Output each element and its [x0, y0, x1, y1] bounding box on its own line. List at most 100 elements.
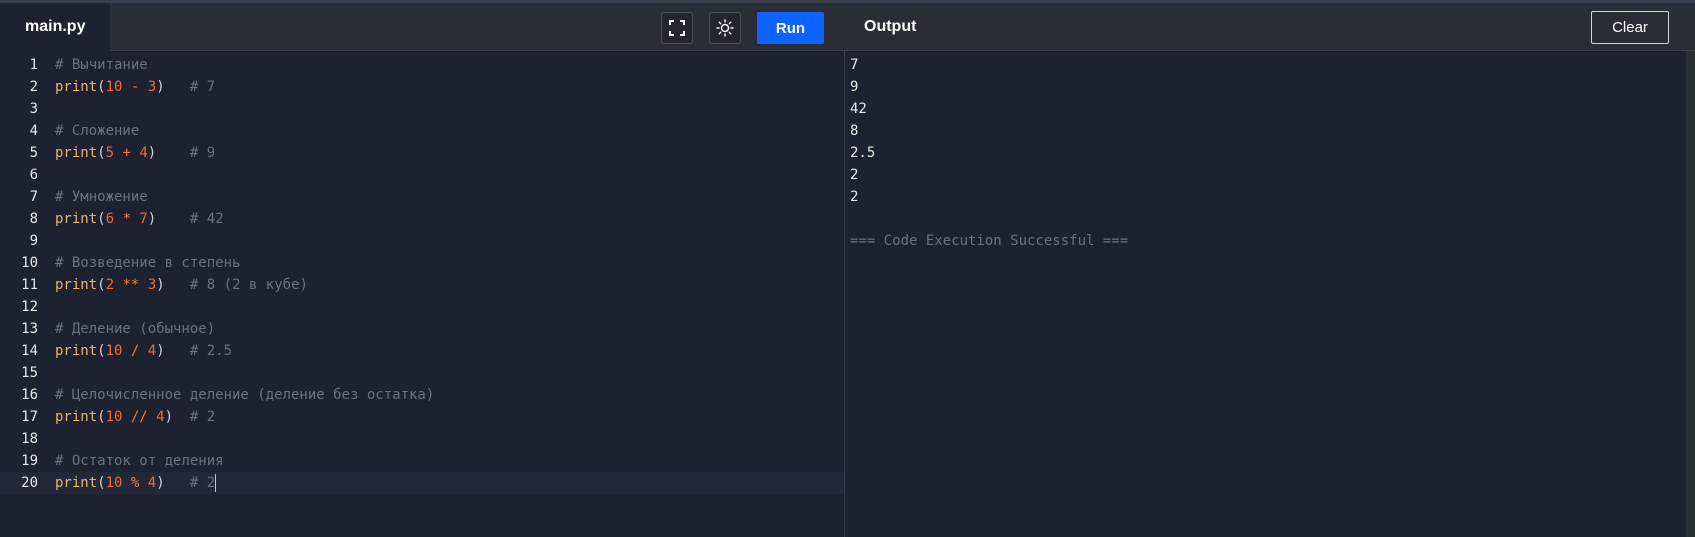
- code-token: 4: [139, 145, 148, 161]
- line-number: 2: [29, 79, 38, 95]
- theme-toggle-button[interactable]: [709, 12, 741, 44]
- line-number: 20: [21, 475, 38, 491]
- code-token: print: [55, 211, 98, 227]
- fullscreen-button[interactable]: [661, 12, 693, 44]
- code-token: # 7: [189, 79, 216, 95]
- code-token: 6: [105, 211, 115, 227]
- clear-button[interactable]: Clear: [1591, 11, 1669, 44]
- code-line[interactable]: 1 # Вычитание: [0, 54, 844, 76]
- code-token: ): [156, 343, 165, 359]
- code-token: 4: [147, 475, 157, 491]
- code-line[interactable]: 7 # Умножение: [0, 186, 844, 208]
- code-token: # Остаток от деления: [55, 453, 224, 469]
- code-token: (: [97, 145, 106, 161]
- code-token: *: [114, 211, 140, 227]
- line-number: 12: [21, 299, 38, 315]
- code-token: # 2: [189, 475, 216, 491]
- line-code: print(6 * 7) # 42: [55, 208, 224, 230]
- output-line: 2: [850, 167, 859, 183]
- code-token: ): [156, 277, 165, 293]
- code-line[interactable]: 11 print(2 ** 3) # 8 (2 в кубе): [0, 274, 844, 296]
- code-token: print: [55, 277, 98, 293]
- code-token: print: [55, 145, 98, 161]
- output-panel: 7 9 42 8 2.5 2 2 === Code Execution Successful …: [850, 54, 1680, 252]
- code-line[interactable]: 4 # Сложение: [0, 120, 844, 142]
- code-line[interactable]: 8 print(6 * 7) # 42: [0, 208, 844, 230]
- panel-divider[interactable]: [844, 51, 845, 537]
- clear-button-label: Clear: [1612, 19, 1648, 36]
- output-line: 9: [850, 79, 859, 95]
- line-number: 17: [21, 409, 38, 425]
- line-code: print(5 + 4) # 9: [55, 142, 215, 164]
- code-line[interactable]: 14 print(10 / 4) # 2.5: [0, 340, 844, 362]
- code-token: (: [97, 475, 106, 491]
- line-code: # Остаток от деления: [55, 450, 224, 472]
- line-code: print(2 ** 3) # 8 (2 в кубе): [55, 274, 308, 296]
- line-number: 13: [21, 321, 38, 337]
- code-line[interactable]: 2 print(10 - 3) # 7: [0, 76, 844, 98]
- line-number: 16: [21, 387, 38, 403]
- code-line[interactable]: 5 print(5 + 4) # 9: [0, 142, 844, 164]
- code-line[interactable]: 13 # Деление (обычное): [0, 318, 844, 340]
- fullscreen-icon: [669, 20, 685, 36]
- code-token: # Возведение в степень: [55, 255, 241, 271]
- code-line[interactable]: 10 # Возведение в степень: [0, 252, 844, 274]
- code-token: /: [122, 343, 148, 359]
- code-token: # 2.5: [189, 343, 233, 359]
- code-line[interactable]: 3: [0, 98, 844, 120]
- code-token: ): [147, 145, 157, 161]
- code-token: 4: [147, 343, 157, 359]
- file-tab-main-py[interactable]: main.py: [0, 3, 110, 51]
- code-token: # Целочисленное деление (деление без ост…: [55, 387, 435, 403]
- code-token: # Сложение: [55, 123, 140, 139]
- toolbar: main.py Run Output Clear: [0, 3, 1695, 51]
- code-token: (: [97, 409, 106, 425]
- execution-status: === Code Execution Successful ===: [850, 233, 1129, 249]
- line-number: 9: [29, 233, 38, 249]
- code-line[interactable]: 16 # Целочисленное деление (деление без о…: [0, 384, 844, 406]
- code-line[interactable]: 18: [0, 428, 844, 450]
- line-number: 3: [29, 101, 38, 117]
- code-line[interactable]: 19 # Остаток от деления: [0, 450, 844, 472]
- code-runner-window: main.py Run Output Clear 1 # Вычитание 2…: [0, 0, 1695, 537]
- code-token: 10: [105, 343, 123, 359]
- code-token: //: [122, 409, 157, 425]
- output-line: 2: [850, 189, 859, 205]
- code-token: # Деление (обычное): [55, 321, 216, 337]
- output-line: 2.5: [850, 145, 876, 161]
- code-token: (: [97, 211, 106, 227]
- code-line[interactable]: 9: [0, 230, 844, 252]
- output-scrollbar[interactable]: [1686, 51, 1695, 537]
- code-line[interactable]: 15: [0, 362, 844, 384]
- code-token: -: [122, 79, 148, 95]
- code-token: %: [122, 475, 148, 491]
- code-token: print: [55, 409, 98, 425]
- line-code: # Целочисленное деление (деление без ост…: [55, 384, 434, 406]
- code-token: 2: [105, 277, 115, 293]
- text-cursor: [215, 474, 217, 492]
- code-editor[interactable]: 1 # Вычитание 2 print(10 - 3) # 7 3 4 # Сложен…: [0, 54, 844, 494]
- run-button[interactable]: Run: [757, 12, 824, 44]
- code-line[interactable]: 6: [0, 164, 844, 186]
- code-line[interactable]: 12: [0, 296, 844, 318]
- file-tab-label: main.py: [25, 18, 86, 35]
- code-token: ): [156, 79, 165, 95]
- code-line[interactable]: 17 print(10 // 4) # 2: [0, 406, 844, 428]
- code-token: (: [97, 79, 106, 95]
- code-token: # Умножение: [55, 189, 148, 205]
- line-number: 8: [29, 211, 38, 227]
- line-number: 4: [29, 123, 38, 139]
- code-token: ): [164, 409, 174, 425]
- output-line: 7: [850, 57, 859, 73]
- code-line[interactable]: 20 print(10 % 4) # 2: [0, 472, 844, 494]
- code-token: (: [97, 343, 106, 359]
- line-number: 7: [29, 189, 38, 205]
- line-number: 19: [21, 453, 38, 469]
